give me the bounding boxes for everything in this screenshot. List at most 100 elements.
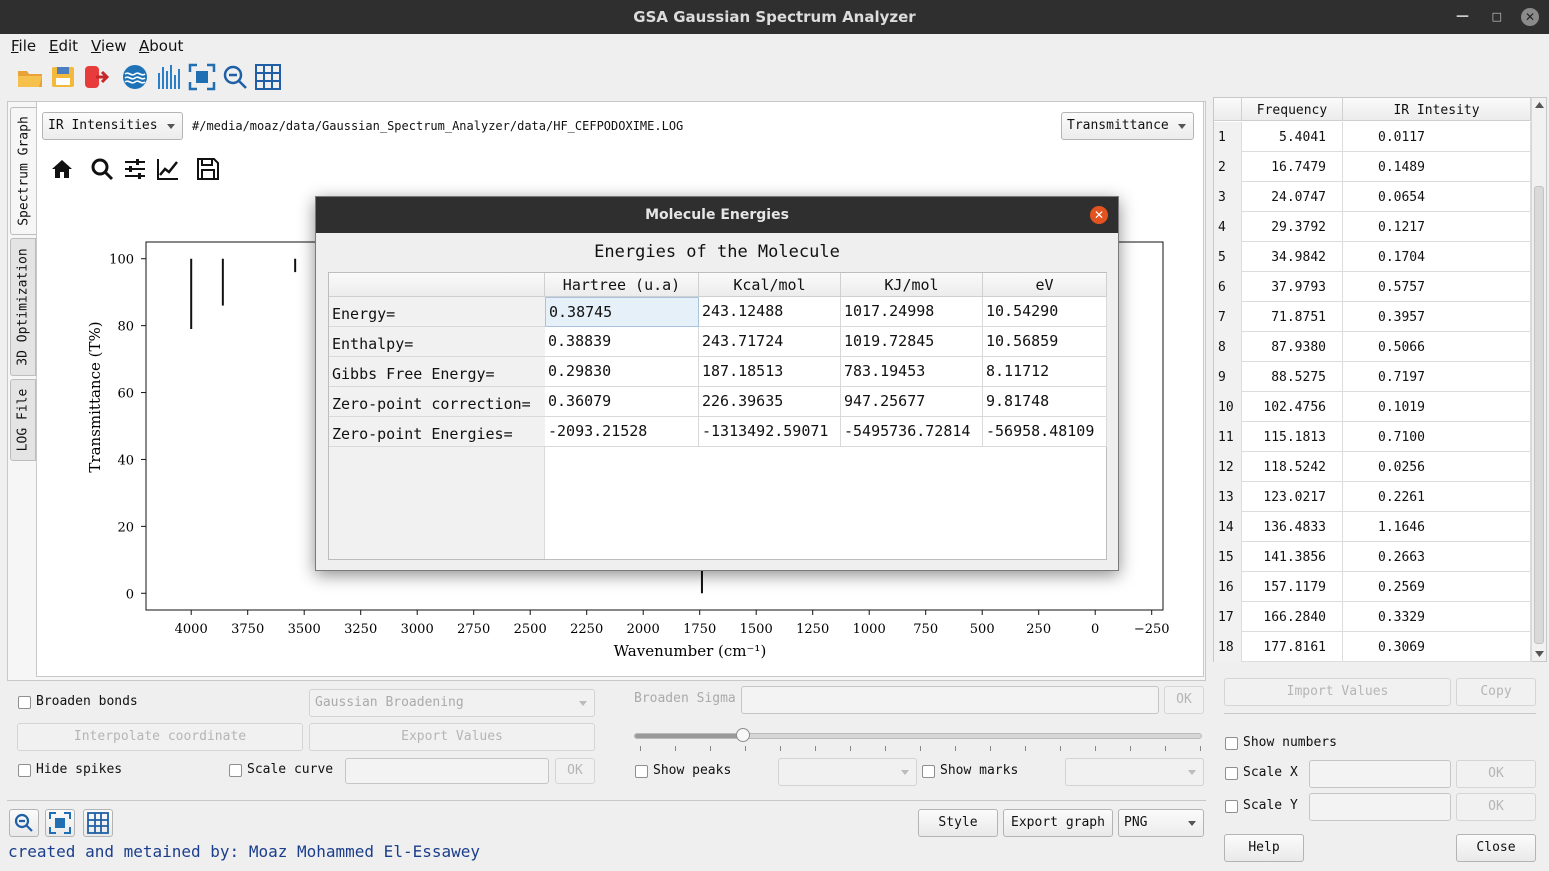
- energy-cell[interactable]: -2093.21528: [545, 417, 699, 447]
- intensity-cell[interactable]: 0.3069: [1343, 632, 1531, 662]
- broadening-type-select[interactable]: Gaussian Broadening: [309, 689, 595, 717]
- col-header-kcal[interactable]: Kcal/mol: [699, 273, 841, 297]
- scale-y-checkbox[interactable]: [1225, 800, 1238, 813]
- energy-cell[interactable]: 0.38745: [545, 297, 699, 327]
- energy-cell[interactable]: 187.18513: [699, 357, 841, 387]
- frequency-cell[interactable]: 5.4041: [1242, 122, 1343, 152]
- energy-cell[interactable]: 10.54290: [983, 297, 1107, 327]
- col-header-frequency[interactable]: Frequency: [1242, 98, 1343, 121]
- magnify-icon[interactable]: [89, 156, 115, 182]
- intensity-cell[interactable]: 0.1704: [1343, 242, 1531, 272]
- table-row[interactable]: 14 136.4833 1.1646: [1214, 512, 1532, 542]
- frequency-cell[interactable]: 24.0747: [1242, 182, 1343, 212]
- broaden-sigma-input[interactable]: [741, 686, 1159, 714]
- fit-view-button[interactable]: [45, 809, 75, 837]
- export-values-button[interactable]: Export Values: [309, 723, 595, 751]
- grid-button[interactable]: [83, 809, 113, 837]
- intensity-cell[interactable]: 0.0654: [1343, 182, 1531, 212]
- menu-edit[interactable]: Edit: [49, 37, 78, 55]
- energy-cell[interactable]: -56958.48109: [983, 417, 1107, 447]
- trend-icon[interactable]: [155, 156, 181, 182]
- energy-cell[interactable]: 783.19453: [841, 357, 983, 387]
- menu-file[interactable]: File: [11, 37, 36, 55]
- energy-cell[interactable]: 243.12488: [699, 297, 841, 327]
- intensity-cell[interactable]: 0.1019: [1343, 392, 1531, 422]
- style-button[interactable]: Style: [918, 809, 998, 837]
- export-graph-button[interactable]: Export graph: [1003, 809, 1113, 837]
- show-numbers-checkbox[interactable]: [1225, 737, 1238, 750]
- tab-log-file[interactable]: LOG File: [10, 379, 36, 461]
- frequency-cell[interactable]: 136.4833: [1242, 512, 1343, 542]
- energy-cell[interactable]: 947.25677: [841, 387, 983, 417]
- home-icon[interactable]: [49, 156, 75, 182]
- fit-view-icon[interactable]: [188, 63, 216, 91]
- show-peaks-checkbox[interactable]: [635, 765, 648, 778]
- energy-cell[interactable]: 0.36079: [545, 387, 699, 417]
- table-row[interactable]: 16 157.1179 0.2569: [1214, 572, 1532, 602]
- frequency-cell[interactable]: 141.3856: [1242, 542, 1343, 572]
- intensity-cell[interactable]: 0.3329: [1343, 602, 1531, 632]
- menu-about[interactable]: About: [139, 37, 183, 55]
- hide-spikes-checkbox[interactable]: [18, 764, 31, 777]
- energy-cell[interactable]: 10.56859: [983, 327, 1107, 357]
- col-header-kj[interactable]: KJ/mol: [841, 273, 983, 297]
- table-row[interactable]: 13 123.0217 0.2261: [1214, 482, 1532, 512]
- intensity-cell[interactable]: 0.0117: [1343, 122, 1531, 152]
- floppy-icon[interactable]: [195, 156, 221, 182]
- close-button[interactable]: Close: [1456, 834, 1536, 862]
- table-row[interactable]: 10 102.4756 0.1019: [1214, 392, 1532, 422]
- zoom-out-icon[interactable]: [221, 63, 249, 91]
- sigma-slider[interactable]: [634, 728, 1202, 742]
- energy-cell[interactable]: 9.81748: [983, 387, 1107, 417]
- frequency-cell[interactable]: 177.8161: [1242, 632, 1343, 662]
- scale-y-input[interactable]: [1309, 793, 1451, 821]
- intensity-cell[interactable]: 1.1646: [1343, 512, 1531, 542]
- table-row[interactable]: 1 5.4041 0.0117: [1214, 122, 1532, 152]
- spectrum-type-select[interactable]: IR Intensities: [42, 112, 183, 140]
- scale-curve-checkbox[interactable]: [229, 764, 242, 777]
- broaden-sigma-ok-button[interactable]: OK: [1164, 686, 1204, 714]
- table-row[interactable]: 18 177.8161 0.3069: [1214, 632, 1532, 662]
- intensity-cell[interactable]: 0.0256: [1343, 452, 1531, 482]
- table-row[interactable]: 15 141.3856 0.2663: [1214, 542, 1532, 572]
- intensity-cell[interactable]: 0.2261: [1343, 482, 1531, 512]
- scale-x-ok-button[interactable]: OK: [1456, 760, 1536, 788]
- energy-cell[interactable]: 1019.72845: [841, 327, 983, 357]
- energy-cell[interactable]: 0.29830: [545, 357, 699, 387]
- table-scrollbar[interactable]: [1531, 98, 1546, 661]
- minimize-icon[interactable]: —: [1456, 0, 1469, 34]
- exit-icon[interactable]: [82, 63, 110, 91]
- close-window-icon[interactable]: ✕: [1521, 8, 1539, 26]
- scroll-down-icon[interactable]: [1535, 651, 1544, 657]
- table-row[interactable]: 6 37.9793 0.5757: [1214, 272, 1532, 302]
- tab-spectrum-graph[interactable]: Spectrum Graph: [10, 107, 36, 235]
- zoom-out-button[interactable]: [9, 809, 39, 837]
- col-header-hartree[interactable]: Hartree (u.a): [545, 273, 699, 297]
- frequency-cell[interactable]: 166.2840: [1242, 602, 1343, 632]
- dialog-close-icon[interactable]: ✕: [1090, 206, 1108, 224]
- frequency-cell[interactable]: 115.1813: [1242, 422, 1343, 452]
- energy-cell[interactable]: -5495736.72814: [841, 417, 983, 447]
- intensity-cell[interactable]: 0.1489: [1343, 152, 1531, 182]
- frequency-cell[interactable]: 34.9842: [1242, 242, 1343, 272]
- broaden-bonds-checkbox[interactable]: [18, 696, 31, 709]
- scroll-up-icon[interactable]: [1535, 102, 1544, 108]
- frequency-cell[interactable]: 87.9380: [1242, 332, 1343, 362]
- intensity-cell[interactable]: 0.5066: [1343, 332, 1531, 362]
- intensity-cell[interactable]: 0.1217: [1343, 212, 1531, 242]
- save-icon[interactable]: [49, 63, 77, 91]
- energy-cell[interactable]: 243.71724: [699, 327, 841, 357]
- frequency-cell[interactable]: 88.5275: [1242, 362, 1343, 392]
- table-row[interactable]: 9 88.5275 0.7197: [1214, 362, 1532, 392]
- table-row[interactable]: 3 24.0747 0.0654: [1214, 182, 1532, 212]
- grid-icon[interactable]: [254, 63, 282, 91]
- help-button[interactable]: Help: [1224, 834, 1304, 862]
- frequency-cell[interactable]: 37.9793: [1242, 272, 1343, 302]
- table-row[interactable]: 7 71.8751 0.3957: [1214, 302, 1532, 332]
- frequency-cell[interactable]: 157.1179: [1242, 572, 1343, 602]
- sliders-icon[interactable]: [122, 156, 148, 182]
- intensity-cell[interactable]: 0.3957: [1343, 302, 1531, 332]
- interpolate-coordinate-button[interactable]: Interpolate coordinate: [17, 723, 303, 751]
- open-folder-icon[interactable]: [16, 63, 44, 91]
- scale-y-ok-button[interactable]: OK: [1456, 793, 1536, 821]
